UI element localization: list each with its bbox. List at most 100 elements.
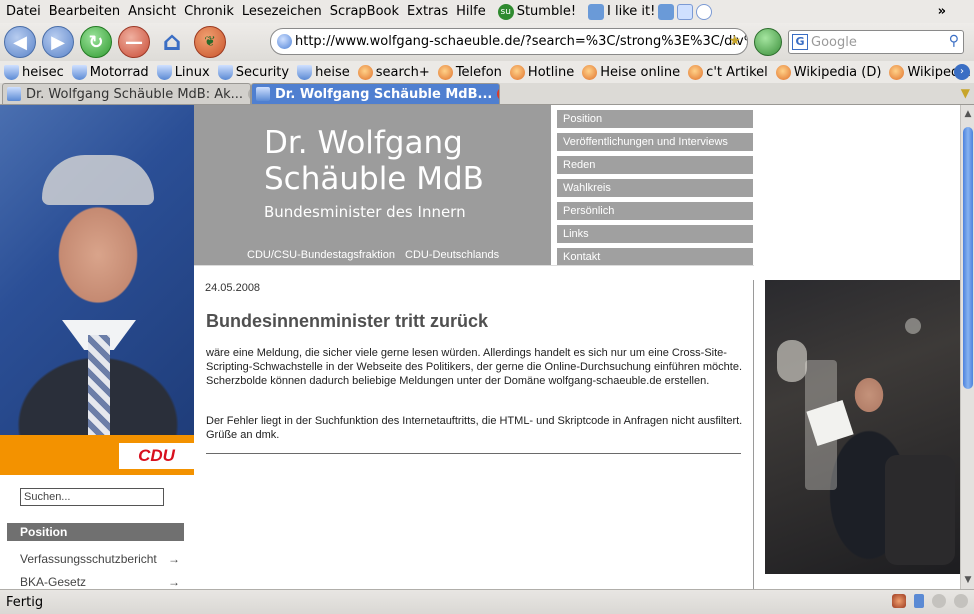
divider (206, 453, 741, 454)
tab-active[interactable]: Dr. Wolfgang Schäuble MdB... ✕ (251, 83, 500, 104)
like-button[interactable]: I like it! (582, 3, 718, 20)
article-paragraph: wäre eine Meldung, die sicher viele gern… (206, 347, 743, 387)
bookmarks-overflow-icon[interactable]: › (954, 64, 970, 80)
reload-button[interactable]: ↻ (80, 26, 112, 58)
bookmark-label: c't Artikel (706, 64, 768, 80)
firefox-icon (509, 64, 525, 80)
security-icon[interactable] (932, 594, 946, 608)
link-cdu-deutschlands[interactable]: CDU-Deutschlands (405, 249, 499, 261)
nav-position[interactable]: Position (557, 110, 753, 128)
tab-label: Dr. Wolfgang Schäuble MdB... (275, 86, 493, 102)
bookmark-item[interactable]: heisec (4, 64, 72, 80)
sidebar-section-title[interactable]: Position (7, 523, 184, 541)
arrow-left-icon: ◀ (13, 31, 27, 53)
site-title-line2: Schäuble MdB (264, 161, 484, 197)
scroll-up-icon[interactable]: ▲ (962, 107, 974, 121)
cdu-logo[interactable]: CDU (119, 443, 194, 469)
go-button[interactable] (754, 28, 782, 56)
tag-icon[interactable] (677, 3, 694, 20)
stumble-label: Stumble! (516, 4, 577, 19)
globe-icon (277, 34, 292, 49)
portrait-image (0, 105, 194, 435)
article-date: 24.05.2008 (205, 282, 261, 294)
bookmark-item[interactable]: c't Artikel (688, 64, 776, 80)
bookmark-item[interactable]: Linux (156, 64, 218, 80)
menu-extras[interactable]: Extras (405, 4, 454, 19)
shield-icon (71, 64, 87, 80)
status-text: Fertig (6, 594, 44, 610)
portrait-tie (88, 335, 110, 435)
tab-bar: Dr. Wolfgang Schäuble MdB: Ak... ✕ Dr. W… (0, 83, 974, 105)
menu-chronik[interactable]: Chronik (182, 4, 240, 19)
article-paragraph: Der Fehler liegt in der Suchfunktion des… (206, 415, 743, 441)
vertical-scrollbar[interactable]: ▲ ▼ (960, 105, 974, 589)
menu-bearbeiten[interactable]: Bearbeiten (47, 4, 126, 19)
photo-seat (885, 455, 955, 565)
search-icon[interactable]: ⚲ (949, 33, 959, 49)
bookmark-item[interactable]: Wikipedia (D) (775, 64, 890, 80)
photo-lamp (905, 318, 921, 334)
firefox-icon (775, 64, 791, 80)
bookmark-label: Hotline (527, 64, 575, 80)
bookmark-item[interactable]: Hotline (509, 64, 582, 80)
back-button[interactable]: ◀ (4, 26, 36, 58)
bookmark-item[interactable]: Motorrad (71, 64, 157, 80)
sidebar-link[interactable]: BKA-Gesetz → (20, 575, 180, 589)
nav-personal[interactable]: Persönlich (557, 202, 753, 220)
bookmark-item[interactable]: Heise online (582, 64, 688, 80)
nav-constituency[interactable]: Wahlkreis (557, 179, 753, 197)
bookmark-item[interactable]: Security (217, 64, 297, 80)
bookmark-star-icon[interactable]: ★ (728, 33, 741, 49)
home-button[interactable]: ⌂ (156, 26, 188, 58)
portrait-hair (42, 155, 154, 205)
leaf-icon: ❦ (204, 34, 216, 50)
shield-icon (156, 64, 172, 80)
nav-links[interactable]: Links (557, 225, 753, 243)
nav-publications[interactable]: Veröffentlichungen und Interviews (557, 133, 753, 151)
bookmark-item[interactable]: Telefon (437, 64, 510, 80)
menu-datei[interactable]: Datei (4, 4, 47, 19)
stumble-button[interactable]: su Stumble! (492, 3, 582, 20)
site-subtitle: Bundesminister des Innern (264, 203, 466, 221)
scroll-down-icon[interactable]: ▼ (962, 573, 974, 587)
shield-icon (217, 64, 233, 80)
arrow-right-icon: → (168, 552, 180, 566)
forward-button[interactable]: ▶ (42, 26, 74, 58)
site-title-line1: Dr. Wolfgang (264, 125, 463, 161)
menu-overflow-button[interactable]: » (938, 4, 946, 19)
menu-hilfe[interactable]: Hilfe (454, 4, 492, 19)
home-icon: ⌂ (162, 27, 182, 57)
menu-ansicht[interactable]: Ansicht (126, 4, 182, 19)
bookmark-item[interactable]: search+ (357, 64, 438, 80)
menu-lesezeichen[interactable]: Lesezeichen (240, 4, 328, 19)
google-icon: G (792, 34, 808, 50)
bookmark-label: heisec (22, 64, 64, 80)
sidebar-link-label: Verfassungsschutzbericht (20, 552, 157, 566)
tab-inactive[interactable]: Dr. Wolfgang Schäuble MdB: Ak... ✕ (2, 83, 251, 104)
link-cdu-csu-fraktion[interactable]: CDU/CSU-Bundestagsfraktion (247, 249, 395, 261)
resize-grip-icon[interactable] (954, 594, 968, 608)
search-input[interactable]: G Google ⚲ (788, 30, 964, 54)
thumbs-down-icon[interactable] (658, 3, 675, 20)
url-bar[interactable]: http://www.wolfgang-schaeuble.de/?search… (270, 28, 748, 55)
bookmark-label: Telefon (455, 64, 502, 80)
bookmark-item[interactable]: heise (297, 64, 358, 80)
menu-bar: Datei Bearbeiten Ansicht Chronik Lesezei… (0, 0, 974, 23)
photo-window (777, 340, 807, 382)
scrollbar-thumb[interactable] (963, 127, 973, 389)
nav-speeches[interactable]: Reden (557, 156, 753, 174)
noscript-icon[interactable] (892, 594, 906, 608)
page-info-icon[interactable] (914, 594, 924, 608)
divider (753, 280, 754, 589)
menu-scrapbook[interactable]: ScrapBook (328, 4, 405, 19)
firefox-icon (437, 64, 453, 80)
nav-contact[interactable]: Kontakt (557, 248, 753, 266)
tab-list-icon[interactable]: ▼ (961, 86, 970, 100)
site-search-input[interactable]: Suchen... (20, 488, 164, 506)
stop-button[interactable]: — (118, 26, 150, 58)
close-tab-icon[interactable]: ✕ (497, 87, 499, 101)
comment-icon[interactable] (696, 3, 713, 20)
addon-button[interactable]: ❦ (194, 26, 226, 58)
firefox-icon (889, 64, 905, 80)
sidebar-link[interactable]: Verfassungsschutzbericht → (20, 552, 180, 566)
